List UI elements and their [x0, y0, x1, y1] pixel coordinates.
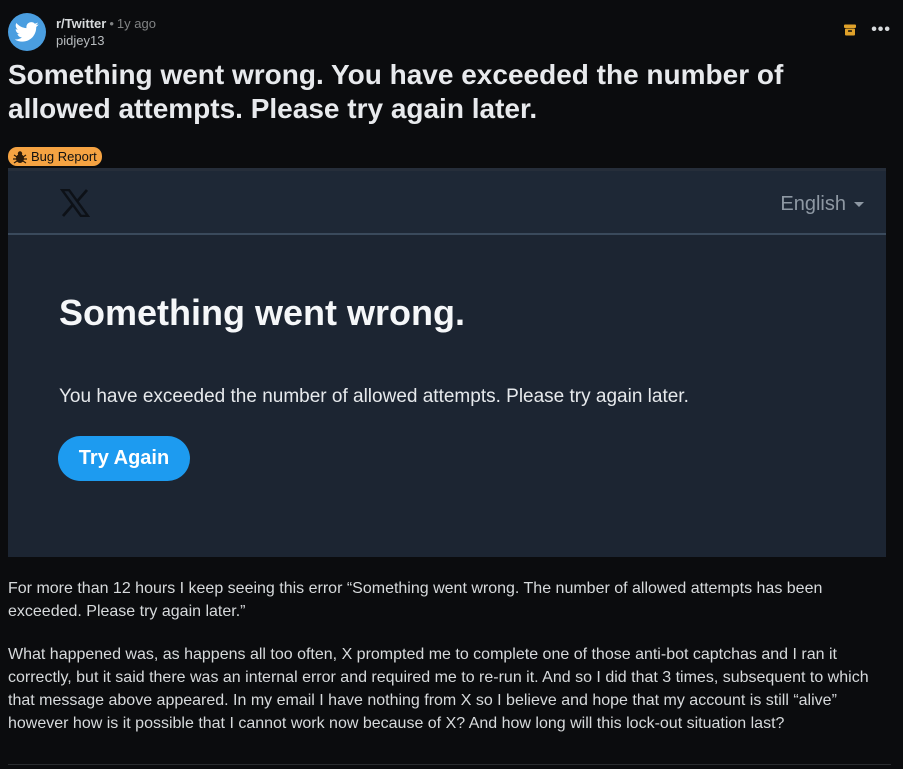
post-actions: •••	[843, 22, 891, 38]
twitter-bird-icon	[15, 22, 39, 42]
archive-icon[interactable]	[843, 23, 857, 37]
post-time: 1y ago	[116, 16, 156, 31]
bug-icon	[13, 150, 27, 163]
post-image[interactable]: English Something went wrong. You have e…	[8, 168, 886, 557]
post-flair[interactable]: Bug Report	[8, 147, 102, 166]
post-header: r/Twitter • 1y ago pidjey13 •••	[8, 13, 891, 53]
post-meta: r/Twitter • 1y ago pidjey13	[56, 15, 156, 50]
flair-label: Bug Report	[31, 149, 97, 164]
error-heading: Something went wrong.	[59, 292, 465, 333]
body-paragraph: For more than 12 hours I keep seeing thi…	[8, 580, 823, 620]
body-paragraph: What happened was, as happens all too of…	[8, 646, 869, 732]
more-options-icon[interactable]: •••	[871, 22, 891, 38]
post-title[interactable]: Something went wrong. You have exceeded …	[8, 58, 893, 126]
meta-separator: •	[109, 16, 114, 31]
try-again-button[interactable]: Try Again	[58, 436, 190, 481]
error-message: You have exceeded the number of allowed …	[59, 386, 689, 407]
author-username[interactable]: pidjey13	[56, 32, 156, 50]
language-selector[interactable]: English	[780, 193, 864, 216]
subreddit-avatar[interactable]	[8, 13, 46, 51]
x-logo-icon	[60, 189, 90, 217]
divider	[8, 764, 891, 765]
image-top-bar: English	[8, 168, 886, 235]
post-body: For more than 12 hours I keep seeing thi…	[8, 577, 888, 755]
chevron-down-icon	[854, 202, 864, 207]
subreddit-name[interactable]: r/Twitter	[56, 16, 106, 31]
language-label: English	[780, 193, 846, 215]
